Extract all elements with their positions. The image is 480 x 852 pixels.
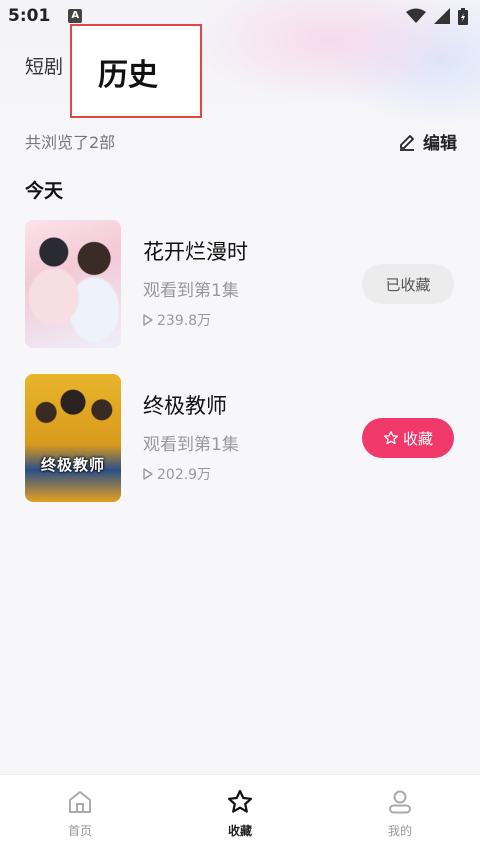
pencil-icon: [400, 135, 414, 151]
bottom-nav: 首页 收藏 我的: [0, 774, 480, 852]
view-count: 239.8万: [143, 310, 211, 330]
drama-title: 花开烂漫时: [143, 240, 248, 264]
top-tabs: 短剧 历史: [0, 24, 480, 120]
play-icon: [143, 468, 153, 480]
view-count: 202.9万: [143, 464, 211, 484]
nav-profile[interactable]: 我的: [320, 775, 480, 852]
view-count-value: 202.9万: [157, 467, 212, 483]
wifi-icon: [406, 8, 426, 23]
home-icon: [69, 791, 91, 813]
tab-short-drama[interactable]: 短剧: [25, 52, 63, 79]
nav-home-label: 首页: [67, 824, 92, 838]
play-icon: [143, 314, 153, 326]
drama-poster[interactable]: 终极教师: [25, 374, 121, 502]
nav-favorites[interactable]: 收藏: [160, 775, 320, 852]
favorited-button[interactable]: 已收藏: [362, 264, 454, 304]
edit-label: 编辑: [423, 133, 457, 154]
drama-title: 终极教师: [143, 394, 227, 418]
nav-home[interactable]: 首页: [0, 775, 160, 852]
battery-icon: [458, 7, 468, 25]
star-icon: [227, 789, 253, 813]
status-icons: [406, 7, 468, 25]
section-title-today: 今天: [25, 180, 64, 202]
nav-favorites-label: 收藏: [227, 824, 252, 838]
drama-list-item[interactable]: 花开烂漫时 观看到第1集 239.8万 已收藏: [25, 220, 457, 350]
status-time: 5:01: [8, 6, 51, 26]
signal-icon: [434, 8, 450, 24]
tab-history-label: 历史: [98, 58, 158, 93]
notification-icon: A: [68, 9, 83, 23]
tab-history[interactable]: 历史: [70, 24, 202, 118]
favorite-label: 收藏: [402, 429, 433, 448]
edit-button[interactable]: 编辑: [397, 129, 457, 154]
view-count-value: 239.8万: [157, 313, 212, 329]
user-icon: [389, 790, 411, 814]
poster-title: 终极教师: [40, 456, 105, 474]
browse-count: 共浏览了2部: [25, 133, 116, 152]
watch-progress: 观看到第1集: [143, 281, 239, 301]
nav-profile-label: 我的: [387, 824, 412, 838]
drama-list-item[interactable]: 终极教师 终极教师 观看到第1集 202.9万 收藏: [25, 374, 457, 504]
drama-poster[interactable]: [25, 220, 121, 348]
add-favorite-button[interactable]: 收藏: [362, 418, 454, 458]
star-outline-icon: [383, 431, 398, 445]
watch-progress: 观看到第1集: [143, 435, 239, 455]
summary-row: 共浏览了2部 编辑: [25, 126, 457, 156]
